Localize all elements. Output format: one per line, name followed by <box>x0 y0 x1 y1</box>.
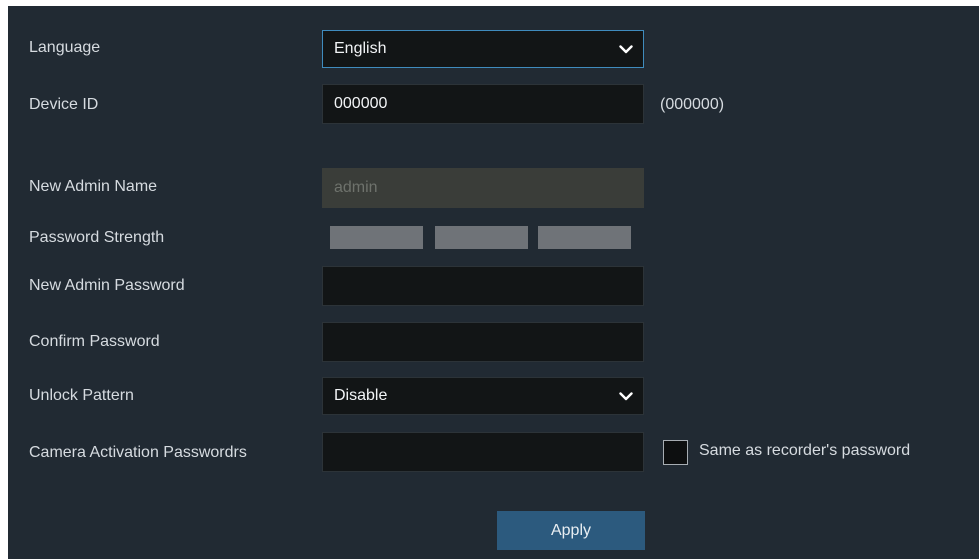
camera-activation-label: Camera Activation Passwordrs <box>29 444 247 461</box>
confirm-password-input[interactable] <box>322 322 644 362</box>
device-id-hint: (000000) <box>660 96 725 113</box>
apply-button[interactable]: Apply <box>497 511 645 550</box>
device-id-value: 000000 <box>334 95 388 112</box>
admin-password-label: New Admin Password <box>29 277 185 294</box>
language-label: Language <box>29 39 101 56</box>
chevron-down-icon[interactable] <box>609 31 643 67</box>
strength-segment-medium <box>435 226 528 249</box>
admin-name-input: admin <box>322 168 644 208</box>
same-as-recorder-checkbox[interactable] <box>663 440 688 465</box>
confirm-password-label: Confirm Password <box>29 333 160 350</box>
device-id-input[interactable]: 000000 <box>322 84 644 124</box>
strength-segment-strong <box>538 226 631 249</box>
device-id-label: Device ID <box>29 96 99 113</box>
unlock-pattern-value: Disable <box>334 387 388 404</box>
general-settings-panel: Language English Device ID 000000 (00000… <box>8 6 979 559</box>
unlock-pattern-select[interactable]: Disable <box>322 377 644 415</box>
strength-segment-weak <box>330 226 423 249</box>
admin-password-input[interactable] <box>322 266 644 306</box>
language-select[interactable]: English <box>322 30 644 68</box>
password-strength-label: Password Strength <box>29 229 165 246</box>
chevron-down-icon[interactable] <box>609 378 643 414</box>
camera-activation-input[interactable] <box>322 432 644 472</box>
language-value: English <box>334 40 387 57</box>
admin-name-placeholder: admin <box>334 179 378 196</box>
unlock-pattern-label: Unlock Pattern <box>29 387 134 404</box>
same-as-recorder-label[interactable]: Same as recorder's password <box>699 441 910 461</box>
admin-name-label: New Admin Name <box>29 178 158 195</box>
